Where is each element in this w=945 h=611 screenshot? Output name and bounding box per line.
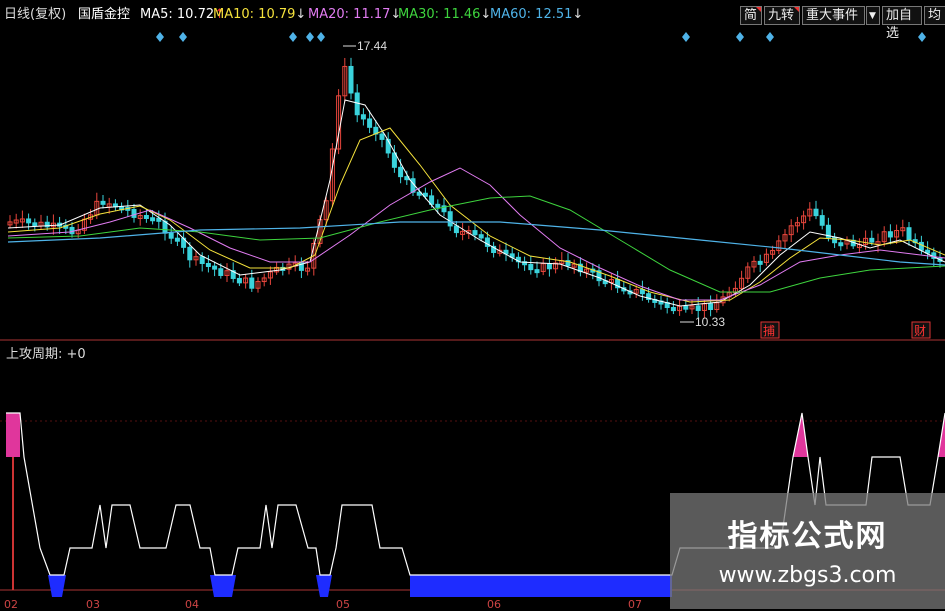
candlestick xyxy=(69,226,75,235)
event-diamond-icon xyxy=(156,32,164,42)
candlestick xyxy=(168,232,174,239)
candlestick xyxy=(212,265,218,270)
bu-mark-label: 捕 xyxy=(763,323,775,338)
candlestick xyxy=(100,200,106,205)
candlestick xyxy=(26,218,32,224)
candlestick xyxy=(398,166,404,178)
event-diamond-icon xyxy=(918,32,926,42)
indicator-trough-fill xyxy=(48,575,66,597)
xaxis-label-05: 05 xyxy=(336,598,350,611)
candlestick xyxy=(546,263,552,270)
candlestick xyxy=(360,114,366,120)
candlestick xyxy=(249,277,255,289)
event-diamond-icon xyxy=(289,32,297,42)
indicator-trough-fill xyxy=(210,575,236,597)
candlestick xyxy=(906,227,912,241)
candlestick xyxy=(639,289,645,295)
candlestick xyxy=(819,215,825,226)
candlestick xyxy=(218,268,224,276)
candlestick xyxy=(683,305,689,310)
candlestick xyxy=(832,236,838,244)
candlestick xyxy=(187,246,193,261)
candlestick xyxy=(150,217,156,222)
candlestick xyxy=(174,237,180,242)
low-price-label: 10.33 xyxy=(695,315,725,329)
candlestick xyxy=(32,222,38,227)
candlestick xyxy=(447,211,453,227)
event-diamond-icon xyxy=(179,32,187,42)
candlestick xyxy=(670,307,676,312)
event-diamond-icon xyxy=(682,32,690,42)
candlestick xyxy=(478,234,484,239)
high-price-label: 17.44 xyxy=(357,39,387,53)
candlestick xyxy=(534,269,540,274)
event-diamond-icon xyxy=(306,32,314,42)
cai-mark-label: 财 xyxy=(914,324,926,338)
candlestick xyxy=(236,277,242,284)
indicator-title: 上攻周期: +0 xyxy=(6,347,86,362)
xaxis-label-02: 02 xyxy=(4,598,18,611)
candlestick xyxy=(528,263,534,271)
xaxis-label-06: 06 xyxy=(487,598,501,611)
candlestick xyxy=(379,133,385,140)
candlestick xyxy=(757,260,763,265)
candlestick xyxy=(435,203,441,208)
candlestick xyxy=(199,256,205,264)
indicator-marker-bar xyxy=(12,457,14,590)
candlestick xyxy=(131,208,137,218)
indicator-trough-fill xyxy=(410,575,672,597)
candlestick xyxy=(453,225,459,234)
candlestick xyxy=(695,305,701,311)
candlestick xyxy=(918,241,924,251)
candlestick xyxy=(708,303,714,311)
candlestick xyxy=(838,242,844,247)
event-diamond-icon xyxy=(317,32,325,42)
xaxis-label-03: 03 xyxy=(86,598,100,611)
candlestick xyxy=(205,262,211,267)
candlestick xyxy=(348,65,354,94)
xaxis-label-04: 04 xyxy=(185,598,199,611)
indicator-trough-fill xyxy=(316,575,332,597)
ma5-line xyxy=(7,99,945,307)
candlestick xyxy=(869,237,875,243)
watermark-url: www.zbgs3.com xyxy=(718,563,897,588)
event-diamond-icon xyxy=(736,32,744,42)
candlestick xyxy=(367,118,373,128)
xaxis-label-07: 07 xyxy=(628,598,642,611)
ma10-line xyxy=(7,127,945,303)
candlestick xyxy=(887,231,893,238)
event-diamond-icon xyxy=(766,32,774,42)
watermark: 指标公式网 www.zbgs3.com xyxy=(670,493,945,609)
candlestick xyxy=(813,208,819,217)
candlestick xyxy=(143,215,149,220)
indicator-peak-fill xyxy=(6,413,20,457)
candlestick xyxy=(472,230,478,236)
watermark-title: 指标公式网 xyxy=(727,519,888,554)
